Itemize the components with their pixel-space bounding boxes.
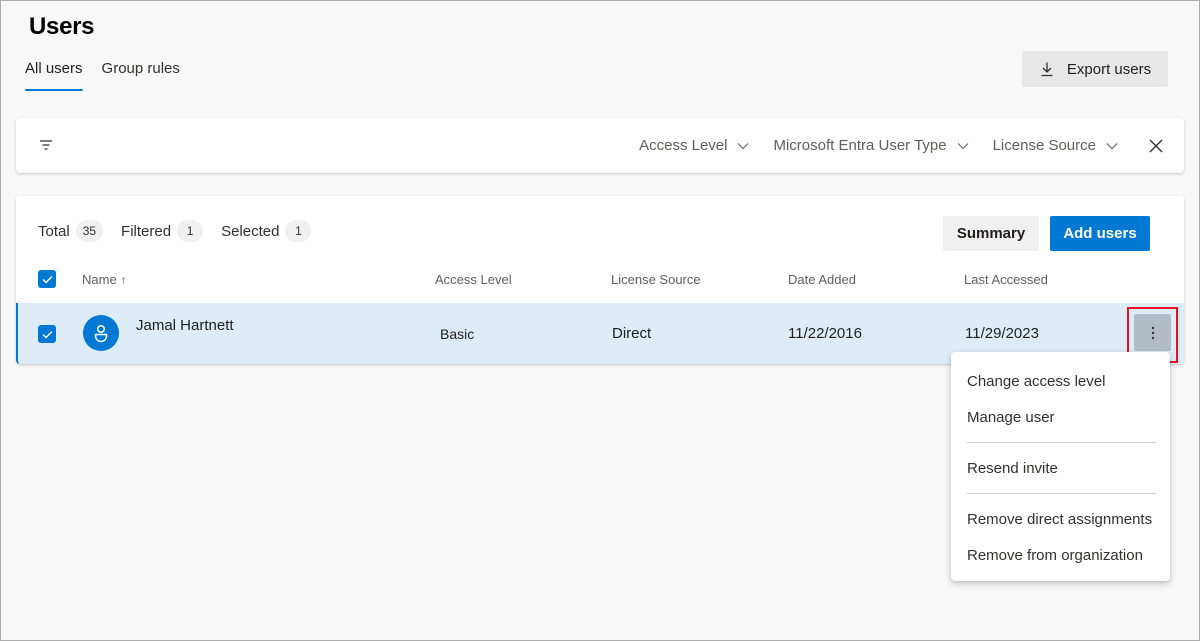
access-level-cell: Basic xyxy=(440,326,475,342)
license-source-filter[interactable]: License Source xyxy=(993,137,1118,154)
tab-bar: All users Group rules xyxy=(25,60,180,91)
table-header: Name ↑ Access Level License Source Date A… xyxy=(16,266,1184,292)
user-type-filter-label: Microsoft Entra User Type xyxy=(773,137,947,154)
menu-item-manage-user[interactable]: Manage user xyxy=(951,399,1170,435)
column-header-name[interactable]: Name ↑ xyxy=(82,272,127,287)
selected-badge: 1 xyxy=(285,220,312,242)
export-users-label: Export users xyxy=(1066,60,1152,78)
page-title: Users xyxy=(29,13,95,40)
column-header-access-level[interactable]: Access Level xyxy=(435,272,512,287)
access-level-filter-label: Access Level xyxy=(639,137,728,154)
filter-dropdowns: Access Level Microsoft Entra User Type L… xyxy=(639,118,1164,173)
total-label: Total xyxy=(38,222,70,240)
filtered-count: Filtered 1 xyxy=(121,220,204,242)
license-source-filter-label: License Source xyxy=(992,137,1096,154)
last-accessed-cell: 11/29/2023 xyxy=(965,325,1039,342)
context-menu: Change access level Manage user Resend i… xyxy=(951,352,1170,581)
row-checkbox[interactable] xyxy=(38,325,56,343)
filtered-label: Filtered xyxy=(121,222,172,240)
more-actions-button[interactable] xyxy=(1134,314,1171,351)
tab-group-rules[interactable]: Group rules xyxy=(102,60,180,91)
date-added-cell: 11/22/2016 xyxy=(788,325,862,342)
total-count: Total 35 xyxy=(38,220,104,242)
menu-divider xyxy=(967,493,1156,494)
total-badge: 35 xyxy=(75,220,104,242)
selected-label: Selected xyxy=(221,222,280,240)
user-name[interactable]: Jamal Hartnett xyxy=(136,317,234,334)
person-icon xyxy=(94,324,108,343)
license-source-cell: Direct xyxy=(612,325,652,342)
user-type-filter[interactable]: Microsoft Entra User Type xyxy=(773,137,968,154)
filter-icon[interactable] xyxy=(38,138,54,152)
column-header-last-accessed[interactable]: Last Accessed xyxy=(964,272,1048,287)
download-icon xyxy=(1041,62,1053,77)
select-all-checkbox[interactable] xyxy=(38,270,56,288)
access-level-filter[interactable]: Access Level xyxy=(639,137,749,154)
menu-item-remove-from-organization[interactable]: Remove from organization xyxy=(951,537,1170,573)
checkmark-icon xyxy=(42,330,52,338)
chevron-down-icon xyxy=(957,142,968,149)
column-name-label: Name xyxy=(82,272,117,287)
chevron-down-icon xyxy=(738,142,749,149)
clear-filters-close-icon[interactable] xyxy=(1148,138,1164,154)
column-header-license-source[interactable]: License Source xyxy=(611,272,701,287)
sort-ascending-icon: ↑ xyxy=(120,273,127,287)
menu-divider xyxy=(967,442,1156,443)
filter-bar: Access Level Microsoft Entra User Type L… xyxy=(16,118,1184,173)
users-card: Total 35 Filtered 1 Selected 1 Summary A… xyxy=(16,196,1184,364)
menu-item-change-access-level[interactable]: Change access level xyxy=(951,363,1170,399)
avatar xyxy=(83,315,119,351)
selected-count: Selected 1 xyxy=(221,220,312,242)
tab-all-users[interactable]: All users xyxy=(25,60,83,91)
counts-bar: Total 35 Filtered 1 Selected 1 xyxy=(38,220,329,242)
chevron-down-icon xyxy=(1106,142,1118,149)
column-header-date-added[interactable]: Date Added xyxy=(788,272,856,287)
export-users-button[interactable]: Export users xyxy=(1022,51,1168,87)
filtered-badge: 1 xyxy=(177,220,204,242)
menu-item-resend-invite[interactable]: Resend invite xyxy=(951,450,1170,486)
checkmark-icon xyxy=(42,275,52,283)
more-vertical-icon xyxy=(1151,326,1154,339)
summary-button[interactable]: Summary xyxy=(943,216,1039,251)
add-users-button[interactable]: Add users xyxy=(1050,216,1150,251)
menu-item-remove-direct-assignments[interactable]: Remove direct assignments xyxy=(951,501,1170,537)
